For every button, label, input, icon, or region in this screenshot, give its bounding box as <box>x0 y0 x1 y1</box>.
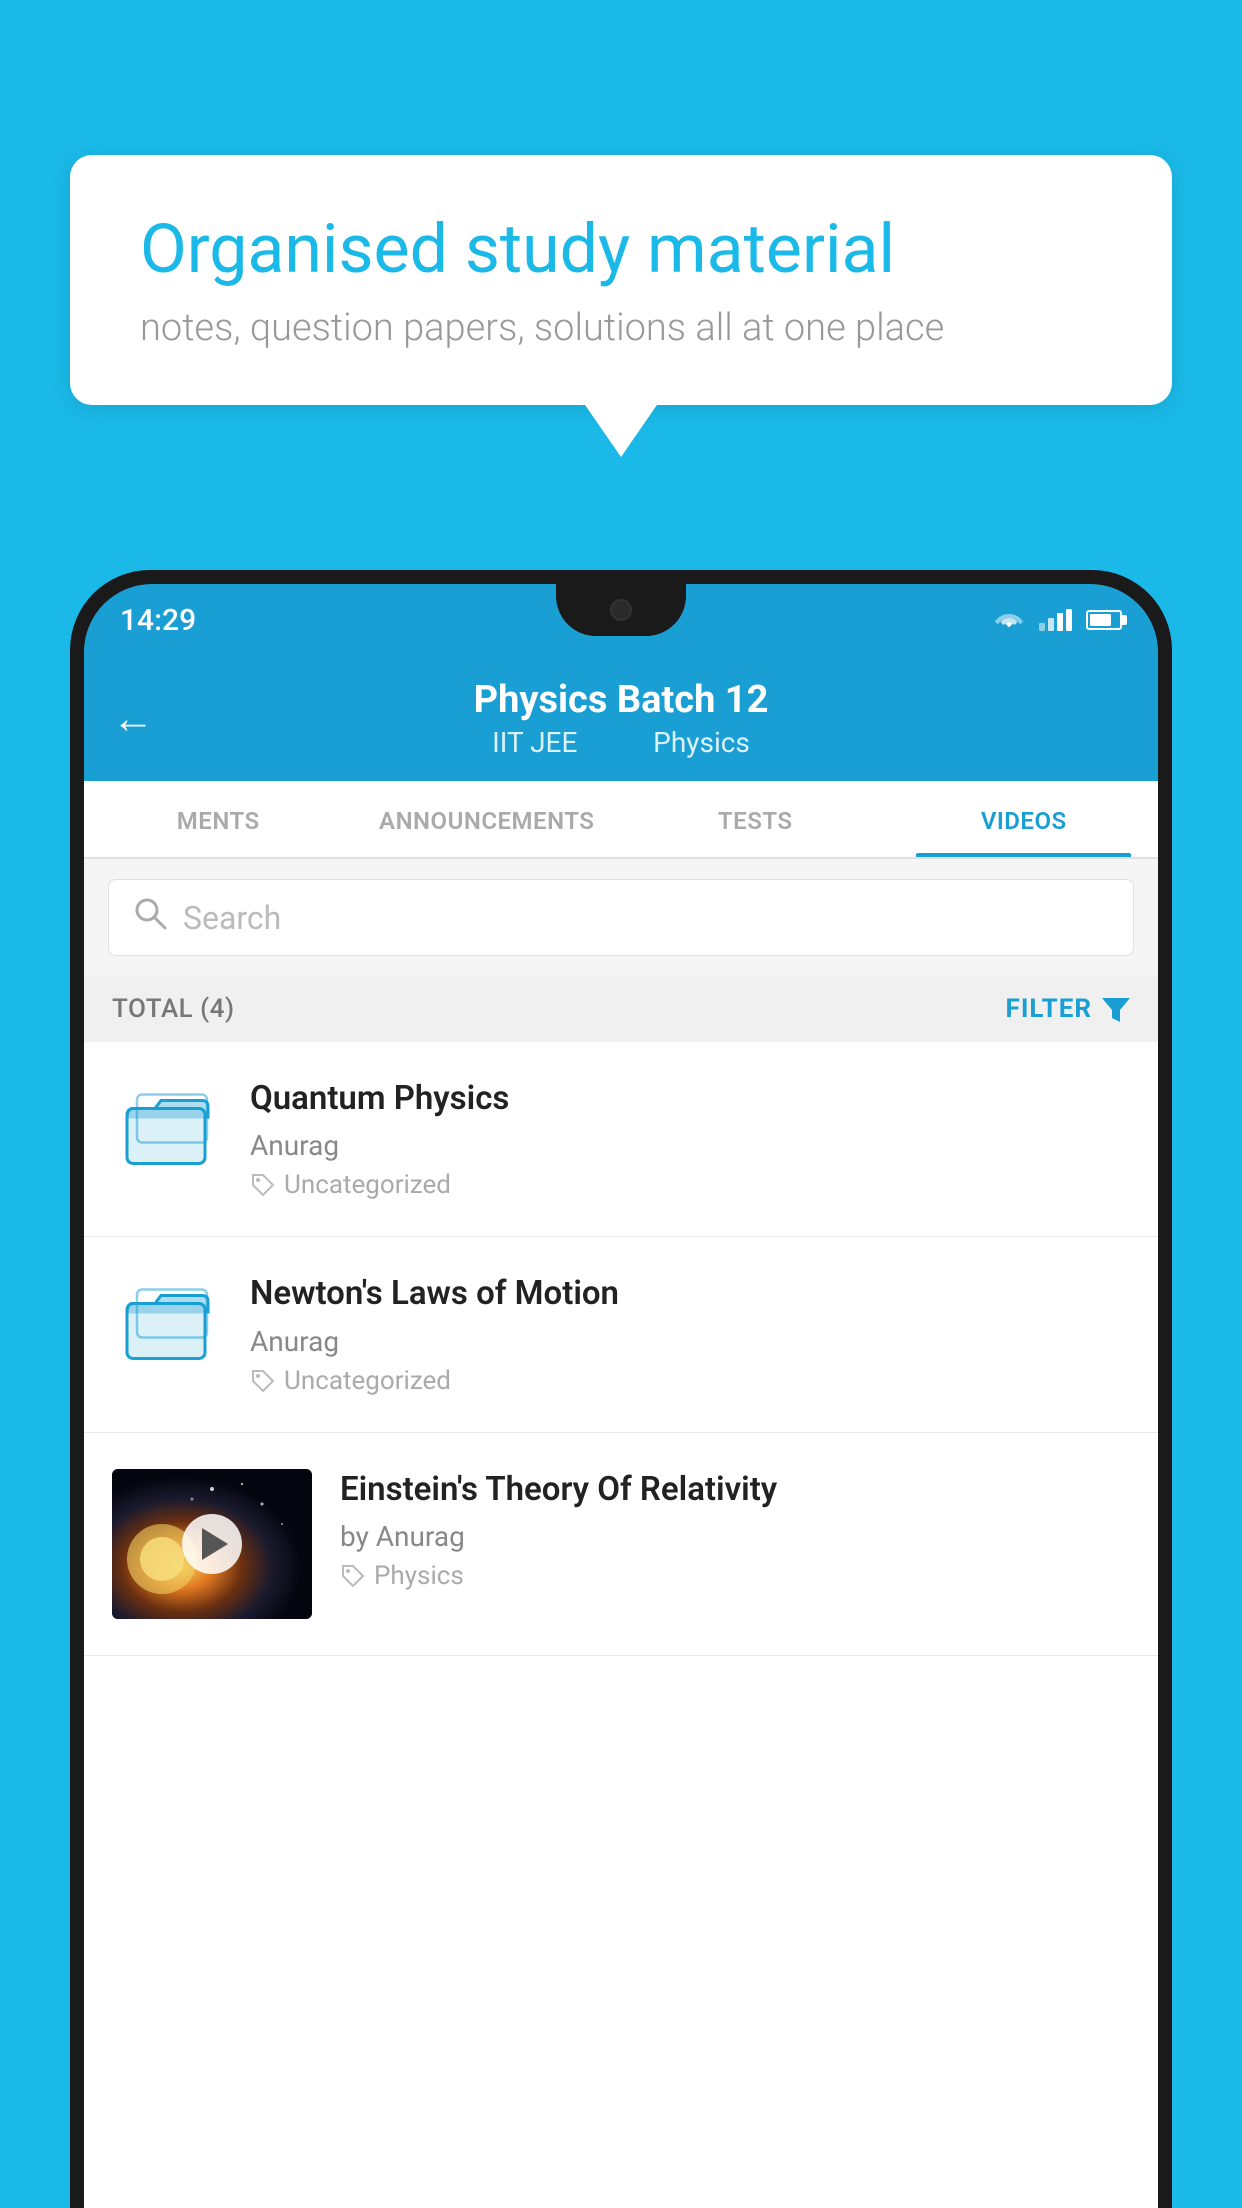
total-count: TOTAL (4) <box>112 994 235 1024</box>
notch <box>556 584 686 636</box>
battery-icon <box>1086 610 1122 630</box>
video-item-author: by Anurag <box>340 1520 1130 1553</box>
speech-bubble-section: Organised study material notes, question… <box>70 155 1172 405</box>
signal-icon <box>1039 609 1072 631</box>
list-item[interactable]: Quantum Physics Anurag Uncategorized <box>84 1042 1158 1237</box>
header-title: Physics Batch 12 <box>474 678 769 722</box>
tab-ments[interactable]: MENTS <box>84 781 353 857</box>
play-triangle-icon <box>202 1528 228 1560</box>
video-item-info: Quantum Physics Anurag Uncategorized <box>250 1078 1130 1200</box>
tag-label: Uncategorized <box>284 1366 451 1396</box>
video-item-title: Newton's Laws of Motion <box>250 1273 1130 1314</box>
wifi-icon <box>993 608 1025 632</box>
app-header: ← Physics Batch 12 IIT JEE Physics <box>84 656 1158 781</box>
tag-label: Uncategorized <box>284 1170 451 1200</box>
status-icons <box>993 608 1122 632</box>
video-item-tag: Uncategorized <box>250 1170 1130 1200</box>
filter-button[interactable]: FILTER <box>1006 994 1130 1024</box>
filter-bar: TOTAL (4) FILTER <box>84 976 1158 1042</box>
back-button[interactable]: ← <box>112 694 154 743</box>
header-subtitle-iit: IIT JEE <box>492 726 577 759</box>
video-item-title: Einstein's Theory Of Relativity <box>340 1469 1130 1510</box>
search-icon <box>133 896 167 939</box>
filter-label: FILTER <box>1006 994 1092 1024</box>
tag-icon <box>250 1172 276 1198</box>
folder-icon <box>112 1078 222 1178</box>
header-subtitle-physics: Physics <box>653 726 750 759</box>
header-subtitle: IIT JEE Physics <box>480 726 762 759</box>
header-subtitle-sep <box>608 726 622 759</box>
video-item-info: Einstein's Theory Of Relativity by Anura… <box>340 1469 1130 1591</box>
video-list: Quantum Physics Anurag Uncategorized <box>84 1042 1158 1656</box>
video-item-tag: Physics <box>340 1561 1130 1591</box>
tag-label: Physics <box>374 1561 464 1591</box>
search-bar-container: Search <box>84 859 1158 976</box>
tabs-bar: MENTS ANNOUNCEMENTS TESTS VIDEOS <box>84 781 1158 859</box>
play-button[interactable] <box>182 1514 242 1574</box>
speech-bubble: Organised study material notes, question… <box>70 155 1172 405</box>
video-item-tag: Uncategorized <box>250 1366 1130 1396</box>
list-item[interactable]: Einstein's Theory Of Relativity by Anura… <box>84 1433 1158 1656</box>
status-bar: 14:29 <box>84 584 1158 656</box>
camera-dot <box>610 599 632 621</box>
tab-videos[interactable]: VIDEOS <box>890 781 1159 857</box>
app-screen: ← Physics Batch 12 IIT JEE Physics MENTS… <box>84 656 1158 2208</box>
tag-icon <box>250 1368 276 1394</box>
video-thumbnail <box>112 1469 312 1619</box>
filter-icon <box>1102 996 1130 1022</box>
video-item-author: Anurag <box>250 1325 1130 1358</box>
tab-announcements[interactable]: ANNOUNCEMENTS <box>353 781 622 857</box>
status-time: 14:29 <box>120 603 196 638</box>
video-item-author: Anurag <box>250 1129 1130 1162</box>
search-placeholder: Search <box>183 899 281 937</box>
search-bar[interactable]: Search <box>108 879 1134 956</box>
phone-frame: 14:29 <box>70 570 1172 2208</box>
folder-icon <box>112 1273 222 1373</box>
phone-inner: 14:29 <box>84 584 1158 2208</box>
video-item-info: Newton's Laws of Motion Anurag Uncategor… <box>250 1273 1130 1395</box>
tag-icon <box>340 1563 366 1589</box>
video-item-title: Quantum Physics <box>250 1078 1130 1119</box>
speech-bubble-subtitle: notes, question papers, solutions all at… <box>140 306 1102 350</box>
list-item[interactable]: Newton's Laws of Motion Anurag Uncategor… <box>84 1237 1158 1432</box>
tab-tests[interactable]: TESTS <box>621 781 890 857</box>
speech-bubble-title: Organised study material <box>140 210 1102 288</box>
